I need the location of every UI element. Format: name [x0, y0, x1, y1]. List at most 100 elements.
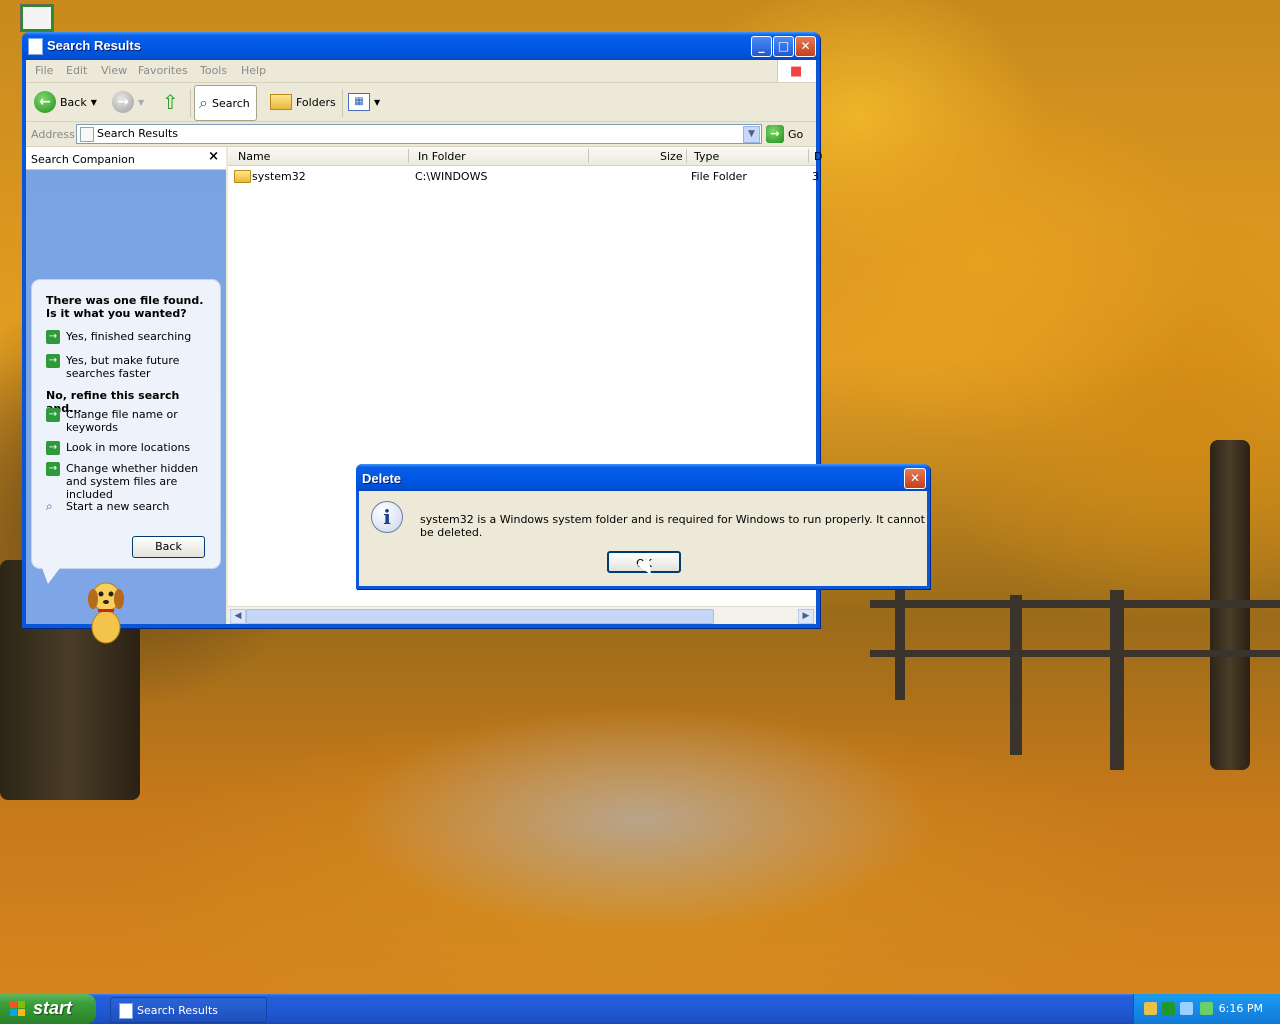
close-pane-icon[interactable]: × — [208, 149, 219, 164]
scroll-left-icon[interactable]: ◀ — [230, 609, 246, 624]
option-change-file-name[interactable]: → Change file name or keywords — [46, 408, 214, 434]
fence-post — [1110, 590, 1124, 770]
menu-help[interactable]: Help — [241, 64, 266, 77]
option-label: Change file name or keywords — [66, 408, 178, 434]
address-value: Search Results — [97, 127, 179, 140]
tray-display-icon[interactable] — [1180, 1002, 1193, 1015]
window-titlebar[interactable]: Search Results _ □ ✕ — [22, 32, 820, 60]
address-input[interactable]: Search Results ▼ — [76, 124, 762, 144]
folders-button[interactable]: Folders — [270, 89, 336, 115]
search-companion-pane: Search Companion × There was one file fo… — [26, 147, 226, 644]
search-companion-title: Search Companion — [31, 153, 135, 166]
menu-bar: File Edit View Favorites Tools Help ■ — [26, 60, 816, 83]
taskbar: start Search Results 6:16 PM — [0, 994, 1280, 1024]
magnifier-icon: ⌕ — [46, 499, 53, 513]
option-label: Yes, but make future searches faster — [66, 354, 180, 380]
scroll-right-icon[interactable]: ▶ — [798, 609, 814, 624]
dialog-message: system32 is a Windows system folder and … — [420, 513, 925, 539]
go-arrow-icon: → — [766, 125, 784, 143]
fence-rail — [870, 650, 1280, 657]
folders-icon — [270, 94, 292, 110]
views-button[interactable]: ▦ ▼ — [348, 89, 380, 115]
standard-toolbar: ← Back ▼ → ▼ ⇧ ⌕ Search Folders ▦ ▼ — [26, 83, 816, 122]
green-arrow-icon: → — [46, 441, 60, 455]
option-label: Yes, finished searching — [66, 330, 192, 343]
clock[interactable]: 6:16 PM — [1219, 1002, 1263, 1015]
taskbar-task-label: Search Results — [137, 1004, 219, 1017]
dialog-title: Delete — [362, 471, 402, 486]
dialog-titlebar[interactable]: Delete ✕ — [356, 464, 930, 491]
back-button[interactable]: ← Back ▼ — [34, 89, 97, 115]
option-hidden-files[interactable]: → Change whether hidden and system files… — [46, 462, 214, 501]
chevron-down-icon: ▼ — [374, 97, 381, 107]
row-type: File Folder — [691, 170, 747, 183]
menu-edit[interactable]: Edit — [66, 64, 87, 77]
tray-network-icon[interactable] — [1162, 1002, 1175, 1015]
option-label: Start a new search — [66, 500, 170, 513]
column-size[interactable]: Size — [660, 150, 683, 163]
windows-flag-icon — [10, 1001, 26, 1017]
search-results-icon — [80, 127, 94, 142]
row-folder: C:\WINDOWS — [415, 170, 488, 183]
forward-arrow-icon: → — [112, 91, 134, 113]
green-arrow-icon: → — [46, 354, 60, 368]
forward-button[interactable]: → ▼ — [112, 89, 144, 115]
search-button[interactable]: ⌕ Search — [194, 85, 257, 121]
companion-back-button[interactable]: Back — [132, 536, 205, 558]
rover-dog-icon[interactable] — [81, 577, 131, 647]
tray-tool-icon[interactable] — [1144, 1002, 1157, 1015]
search-results-window-icon — [28, 38, 43, 55]
start-button[interactable]: start — [0, 994, 96, 1024]
option-new-search[interactable]: ⌕ Start a new search — [46, 500, 214, 514]
folders-label: Folders — [296, 95, 336, 109]
menu-favorites[interactable]: Favorites — [138, 64, 188, 77]
option-faster-searches[interactable]: → Yes, but make future searches faster — [46, 354, 214, 380]
back-arrow-icon: ← — [34, 91, 56, 113]
fence-rail — [870, 600, 1280, 608]
green-arrow-icon: → — [46, 462, 60, 476]
close-button[interactable]: ✕ — [795, 36, 816, 57]
toolbar-separator — [342, 89, 343, 117]
views-icon: ▦ — [348, 93, 370, 111]
scroll-thumb[interactable] — [246, 609, 714, 624]
tray-security-icon[interactable] — [1200, 1002, 1213, 1015]
chevron-down-icon: ▼ — [90, 97, 97, 107]
search-companion-bubble: There was one file found. Is it what you… — [31, 279, 221, 584]
horizontal-scrollbar[interactable]: ◀ ▶ — [228, 606, 816, 624]
green-arrow-icon: → — [46, 330, 60, 344]
table-row[interactable]: system32 C:\WINDOWS File Folder 3 — [228, 167, 819, 185]
magnifier-icon: ⌕ — [199, 93, 208, 112]
results-header: Name In Folder Size Type D — [228, 147, 822, 166]
taskbar-search-results[interactable]: Search Results — [110, 997, 267, 1023]
option-more-locations[interactable]: → Look in more locations — [46, 441, 214, 455]
column-name[interactable]: Name — [238, 150, 270, 163]
address-dropdown-button[interactable]: ▼ — [743, 126, 760, 143]
chevron-down-icon: ▼ — [138, 97, 145, 107]
search-companion-header: Search Companion × — [26, 147, 226, 170]
address-label: Address — [31, 128, 75, 141]
search-results-icon — [119, 1003, 133, 1019]
column-type[interactable]: Type — [694, 150, 719, 163]
go-label: Go — [788, 127, 804, 141]
column-in-folder[interactable]: In Folder — [418, 150, 466, 163]
system-tray: 6:16 PM — [1133, 994, 1280, 1024]
windows-logo-icon: ■ — [777, 60, 816, 82]
fence-post — [895, 590, 905, 700]
green-arrow-icon: → — [46, 408, 60, 422]
row-name: system32 — [252, 170, 306, 183]
info-icon: i — [371, 501, 403, 533]
minimize-button[interactable]: _ — [751, 36, 772, 57]
dialog-close-button[interactable]: ✕ — [904, 468, 926, 489]
option-finished-searching[interactable]: → Yes, finished searching — [46, 330, 214, 344]
menu-tools[interactable]: Tools — [200, 64, 227, 77]
menu-view[interactable]: View — [101, 64, 127, 77]
start-label: start — [33, 998, 73, 1018]
maximize-button[interactable]: □ — [773, 36, 794, 57]
go-button[interactable]: → Go — [766, 125, 803, 143]
desktop-shortcut-icon[interactable] — [20, 4, 54, 32]
up-folder-icon: ⇧ — [162, 90, 179, 114]
column-date[interactable]: D — [814, 150, 822, 163]
menu-file[interactable]: File — [35, 64, 53, 77]
back-label: Back — [60, 95, 87, 109]
up-folder-button[interactable]: ⇧ — [162, 89, 179, 115]
